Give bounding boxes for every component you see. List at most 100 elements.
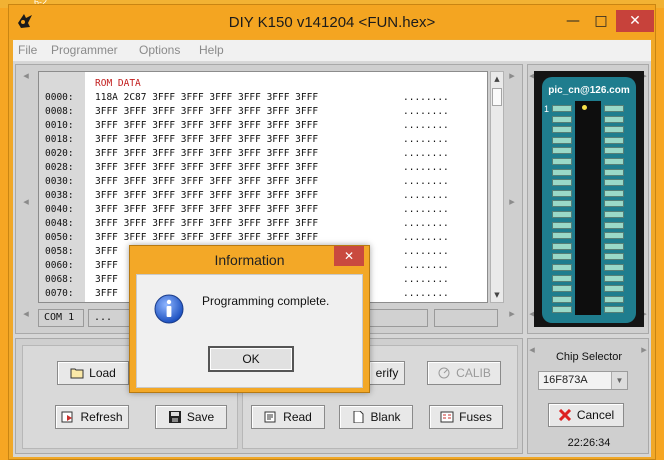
hex-address: 0008:	[45, 106, 74, 117]
socket-pin-right	[604, 285, 624, 293]
cancel-button[interactable]: Cancel	[548, 403, 624, 427]
socket-pin-right	[604, 264, 624, 271]
scroll-up-icon[interactable]: ▲	[491, 72, 503, 86]
dialog-close-button[interactable]: ✕	[334, 246, 364, 266]
read-button[interactable]: Read	[251, 405, 325, 429]
hex-ascii: ........	[403, 120, 449, 131]
socket-pin-right	[604, 126, 624, 134]
hex-ascii: ........	[403, 190, 449, 201]
hex-address: 0060:	[45, 260, 74, 271]
verify-button[interactable]: erify	[369, 361, 405, 385]
ok-button[interactable]: OK	[208, 346, 294, 372]
hex-row: 0048: 3FFF 3FFF 3FFF 3FFF 3FFF 3FFF 3FFF …	[39, 218, 487, 232]
fuses-button[interactable]: Fuses	[429, 405, 503, 429]
hex-address: 0050:	[45, 232, 74, 243]
hex-ascii: ........	[403, 148, 449, 159]
hex-address: 0018:	[45, 134, 74, 145]
hex-ascii: ........	[403, 232, 449, 243]
close-button[interactable]: ✕	[616, 10, 654, 32]
hex-cells: 3FFF 3FFF 3FFF 3FFF 3FFF 3FFF 3FFF 3FFF	[95, 190, 319, 201]
hex-cells: 3FFF	[95, 288, 118, 299]
socket-pin-left	[552, 221, 572, 229]
menu-bar: File Programmer Options Help	[13, 40, 651, 62]
save-button[interactable]: Save	[155, 405, 227, 429]
hex-row: 0038: 3FFF 3FFF 3FFF 3FFF 3FFF 3FFF 3FFF …	[39, 190, 487, 204]
refresh-button[interactable]: Refresh	[55, 405, 129, 429]
chevron-down-icon[interactable]: ▼	[611, 372, 627, 389]
scroll-left-top-icon[interactable]: ◂	[20, 69, 32, 83]
socket-pin-left	[552, 295, 572, 303]
chip-select[interactable]: 16F873A ▼	[538, 371, 628, 390]
scroll-right-bottom-icon[interactable]: ▸	[506, 307, 518, 321]
scroll-left-icon[interactable]: ◂	[20, 195, 32, 209]
scroll-right-top-icon[interactable]: ▸	[506, 69, 518, 83]
cancel-label: Cancel	[576, 408, 615, 422]
socket-pin-left	[552, 200, 572, 208]
hex-row: 0040: 3FFF 3FFF 3FFF 3FFF 3FFF 3FFF 3FFF …	[39, 204, 487, 218]
scroll-right-icon[interactable]: ▸	[506, 195, 518, 209]
hex-address: 0010:	[45, 120, 74, 131]
socket-slot	[575, 101, 601, 315]
scroll-down-icon[interactable]: ▼	[491, 288, 503, 302]
hex-scrollbar[interactable]: ▲ ▼	[490, 71, 504, 303]
rom-data-label: ROM DATA	[95, 78, 141, 89]
socket-pin-left	[552, 211, 572, 218]
red-x-icon	[558, 409, 571, 421]
save-label: Save	[186, 410, 215, 424]
hex-cells: 3FFF 3FFF 3FFF 3FFF 3FFF 3FFF 3FFF 3FFF	[95, 134, 319, 145]
menu-file[interactable]: File	[18, 43, 37, 57]
blank-label: Blank	[370, 410, 401, 424]
fuses-icon	[440, 411, 454, 423]
status-extra	[434, 309, 498, 327]
hex-ascii: ........	[403, 274, 449, 285]
info-icon	[154, 294, 184, 324]
hex-ascii: ........	[403, 106, 449, 117]
socket-pin-right	[604, 221, 624, 229]
socket-pin-left	[552, 285, 572, 293]
hex-ascii: ........	[403, 92, 449, 103]
hex-row: 0050: 3FFF 3FFF 3FFF 3FFF 3FFF 3FFF 3FFF …	[39, 232, 487, 246]
socket-pin-left	[552, 115, 572, 123]
hex-row: 0010: 3FFF 3FFF 3FFF 3FFF 3FFF 3FFF 3FFF …	[39, 120, 487, 134]
hex-cells: 3FFF 3FFF 3FFF 3FFF 3FFF 3FFF 3FFF 3FFF	[95, 204, 319, 215]
hex-cells: 3FFF 3FFF 3FFF 3FFF 3FFF 3FFF 3FFF 3FFF	[95, 106, 319, 117]
hex-row: 0020: 3FFF 3FFF 3FFF 3FFF 3FFF 3FFF 3FFF …	[39, 148, 487, 162]
menu-help[interactable]: Help	[199, 43, 224, 57]
hex-cells: 3FFF 3FFF 3FFF 3FFF 3FFF 3FFF 3FFF 3FFF	[95, 162, 319, 173]
socket-pin-left	[552, 179, 572, 187]
maximize-button[interactable]: □	[587, 10, 615, 32]
minimize-button[interactable]: —	[559, 10, 587, 32]
hex-cells: 3FFF 3FFF 3FFF 3FFF 3FFF 3FFF 3FFF 3FFF	[95, 120, 319, 131]
hex-address: 0000:	[45, 92, 74, 103]
menu-programmer[interactable]: Programmer	[51, 43, 118, 57]
menu-options[interactable]: Options	[139, 43, 180, 57]
socket-pin-left	[552, 126, 572, 134]
socket-pin-right	[604, 105, 624, 112]
load-label: Load	[89, 366, 116, 380]
hex-ascii: ........	[403, 218, 449, 229]
blank-button[interactable]: Blank	[339, 405, 413, 429]
socket-pin-left	[552, 189, 572, 197]
verify-label: erify	[375, 366, 399, 380]
calib-button[interactable]: CALIB	[427, 361, 501, 385]
status-port: COM 1	[38, 309, 84, 327]
hex-cells: 3FFF	[95, 260, 118, 271]
scroll-left-bottom-icon[interactable]: ◂	[20, 307, 32, 321]
socket-pin-right	[604, 200, 624, 208]
refresh-icon	[61, 411, 73, 423]
socket-pin-right	[604, 115, 624, 123]
calib-label: CALIB	[456, 366, 491, 380]
pin1-marker: 1	[544, 104, 550, 114]
socket-pin-left	[552, 136, 572, 144]
blank-page-icon	[353, 411, 364, 423]
clock-text: 22:26:34	[567, 437, 611, 449]
socket-pin-right	[604, 211, 624, 218]
hex-ascii: ........	[403, 246, 449, 257]
chip-label: pic_cn@126.com	[548, 85, 630, 96]
load-button[interactable]: Load	[57, 361, 129, 385]
title-bar[interactable]: DIY K150 v141204 <FUN.hex> — □ ✕	[9, 5, 655, 39]
hex-ascii: ........	[403, 162, 449, 173]
scrollbar-thumb[interactable]	[492, 88, 502, 106]
hex-cells: 3FFF 3FFF 3FFF 3FFF 3FFF 3FFF 3FFF 3FFF	[95, 176, 319, 187]
hex-ascii: ........	[403, 260, 449, 271]
